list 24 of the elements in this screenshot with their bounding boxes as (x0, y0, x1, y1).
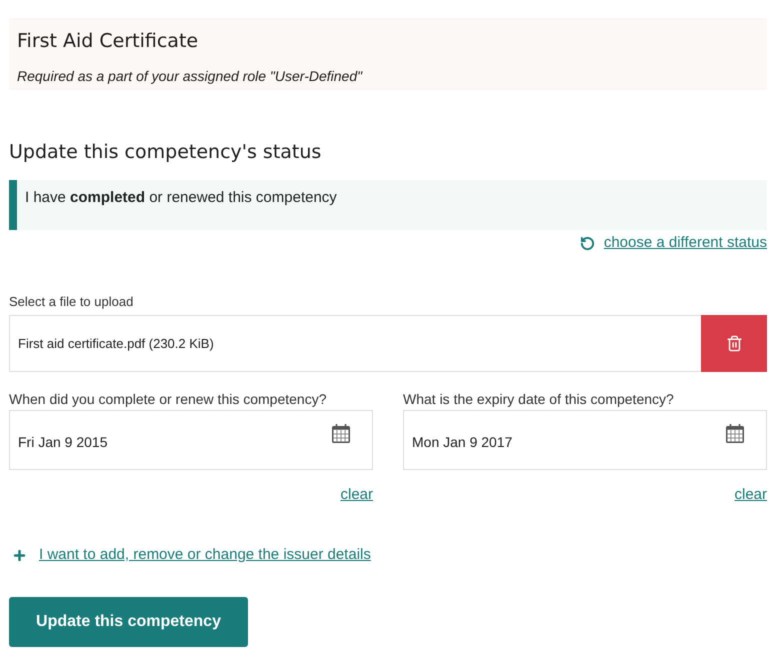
status-message: I have completed or renewed this competency (9, 180, 767, 230)
change-status-link[interactable]: choose a different status (604, 234, 767, 252)
trash-icon (726, 335, 742, 352)
undo-icon[interactable] (580, 236, 595, 250)
delete-button[interactable] (701, 315, 767, 372)
calendar-icon[interactable] (726, 424, 744, 443)
requirement-note: Required as a part of your assigned role "User-Defined" (17, 67, 362, 85)
certificate-title: First Aid Certificate (17, 29, 198, 53)
file-field[interactable]: First aid certificate.pdf (230.2 KiB) (9, 315, 767, 372)
issuer-details-link[interactable]: I want to add, remove or change the issuer details (39, 546, 371, 564)
update-button[interactable]: Update this competency (9, 597, 248, 647)
plus-icon[interactable] (12, 548, 27, 562)
date-value: Mon Jan 9 2017 (412, 433, 512, 451)
date-field[interactable]: Fri Jan 9 2015 (9, 410, 373, 470)
date-value: Fri Jan 9 2015 (18, 433, 108, 451)
clear-link[interactable]: clear (340, 486, 373, 504)
date-field[interactable]: Mon Jan 9 2017 (403, 410, 767, 470)
upload-label: Select a file to upload (9, 293, 134, 311)
date-label: When did you complete or renew this competency? (9, 390, 326, 408)
clear-link[interactable]: clear (734, 486, 767, 504)
date-label: What is the expiry date of this competency? (403, 390, 674, 408)
calendar-icon[interactable] (332, 424, 350, 443)
section-heading: Update this competency's status (9, 140, 322, 164)
file-name: First aid certificate.pdf (230.2 KiB) (18, 336, 214, 351)
